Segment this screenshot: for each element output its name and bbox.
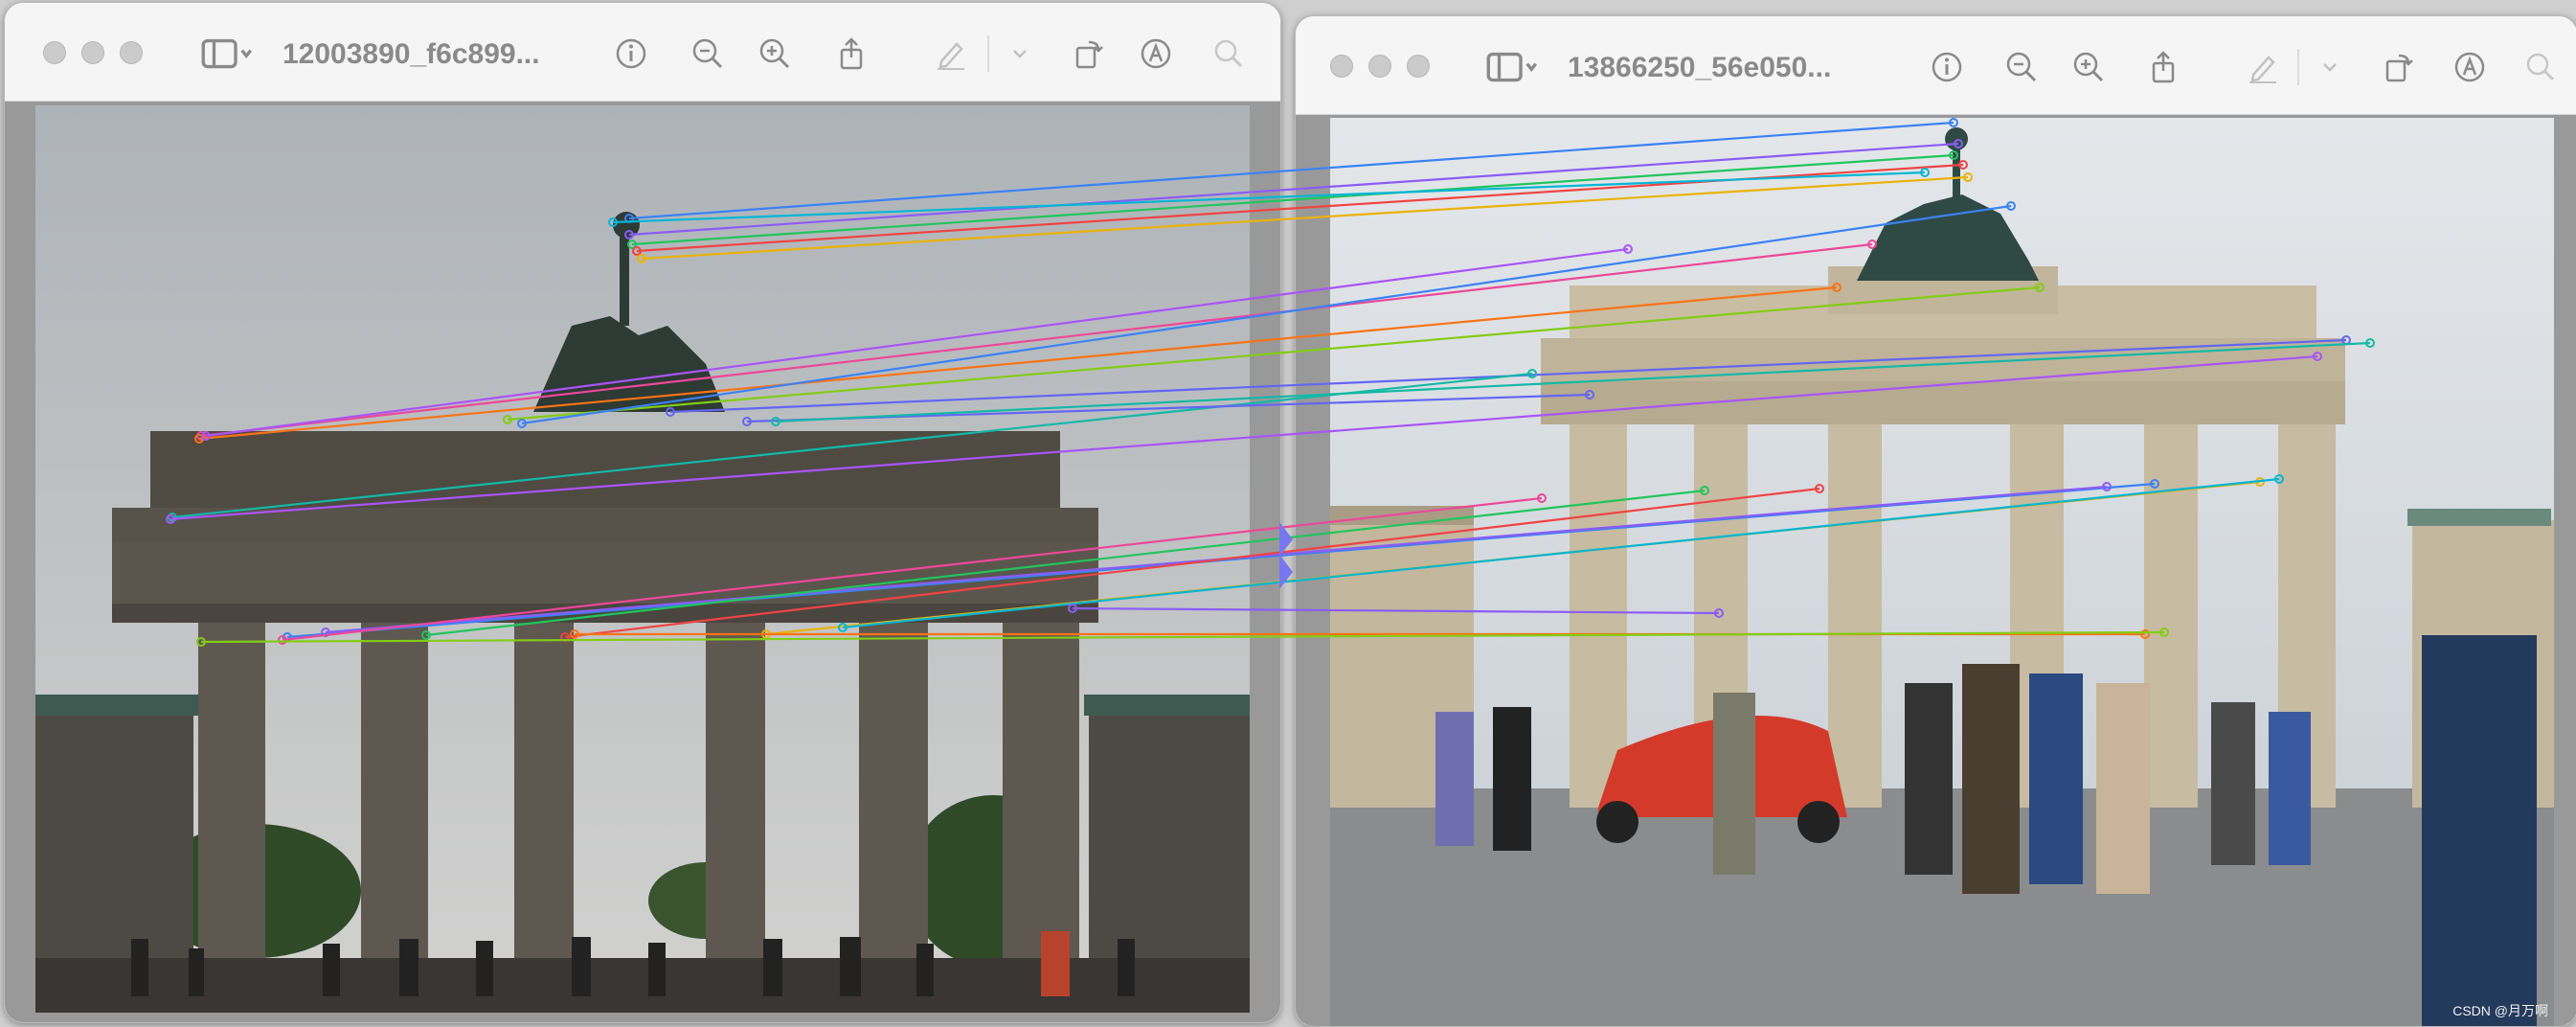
minimize-button[interactable] — [81, 41, 104, 64]
split-handle-icon[interactable] — [1277, 522, 1295, 589]
document-view-right[interactable]: CSDN @月万啊 — [1296, 115, 2576, 1026]
zoom-button[interactable] — [1407, 55, 1430, 78]
toolbar-right: 13866250_56e050... — [1296, 16, 2576, 115]
photo-left-brandenburg-gate — [35, 105, 1250, 1013]
search-icon[interactable] — [1208, 33, 1250, 75]
preview-window-right: 13866250_56e050... CSDN @月万啊 — [1295, 15, 2576, 1027]
document-view-left[interactable] — [5, 102, 1280, 1022]
share-icon[interactable] — [2142, 46, 2184, 88]
annotate-icon[interactable] — [2449, 46, 2491, 88]
markup-pen-icon[interactable] — [2242, 46, 2284, 88]
rotate-icon[interactable] — [1068, 33, 1110, 75]
chevron-down-icon[interactable] — [2311, 46, 2349, 88]
preview-window-left: 12003890_f6c899... — [4, 2, 1281, 1023]
zoom-in-icon[interactable] — [754, 33, 796, 75]
info-icon[interactable] — [610, 33, 652, 75]
watermark-caption: CSDN @月万啊 — [2452, 1003, 2548, 1018]
sidebar-toggle-icon[interactable] — [1478, 46, 1547, 88]
chevron-down-icon[interactable] — [1001, 33, 1039, 75]
close-button[interactable] — [1330, 55, 1353, 78]
toolbar-divider — [2297, 49, 2299, 85]
markup-pen-icon[interactable] — [930, 33, 972, 75]
zoom-button[interactable] — [120, 41, 143, 64]
photo-right-brandenburg-gate — [1330, 118, 2554, 1026]
close-button[interactable] — [43, 41, 66, 64]
zoom-in-icon[interactable] — [2068, 46, 2110, 88]
document-title: 12003890_f6c899... — [282, 38, 540, 70]
document-title: 13866250_56e050... — [1568, 52, 1832, 83]
minimize-button[interactable] — [1368, 55, 1391, 78]
search-icon[interactable] — [2520, 46, 2562, 88]
toolbar-divider — [987, 35, 989, 72]
info-icon[interactable] — [1926, 46, 1968, 88]
share-icon[interactable] — [830, 33, 872, 75]
zoom-out-icon[interactable] — [2000, 46, 2043, 88]
toolbar-left: 12003890_f6c899... — [5, 3, 1280, 102]
sidebar-toggle-icon[interactable] — [192, 33, 261, 75]
rotate-icon[interactable] — [2378, 46, 2420, 88]
annotate-icon[interactable] — [1135, 33, 1177, 75]
zoom-out-icon[interactable] — [687, 33, 729, 75]
